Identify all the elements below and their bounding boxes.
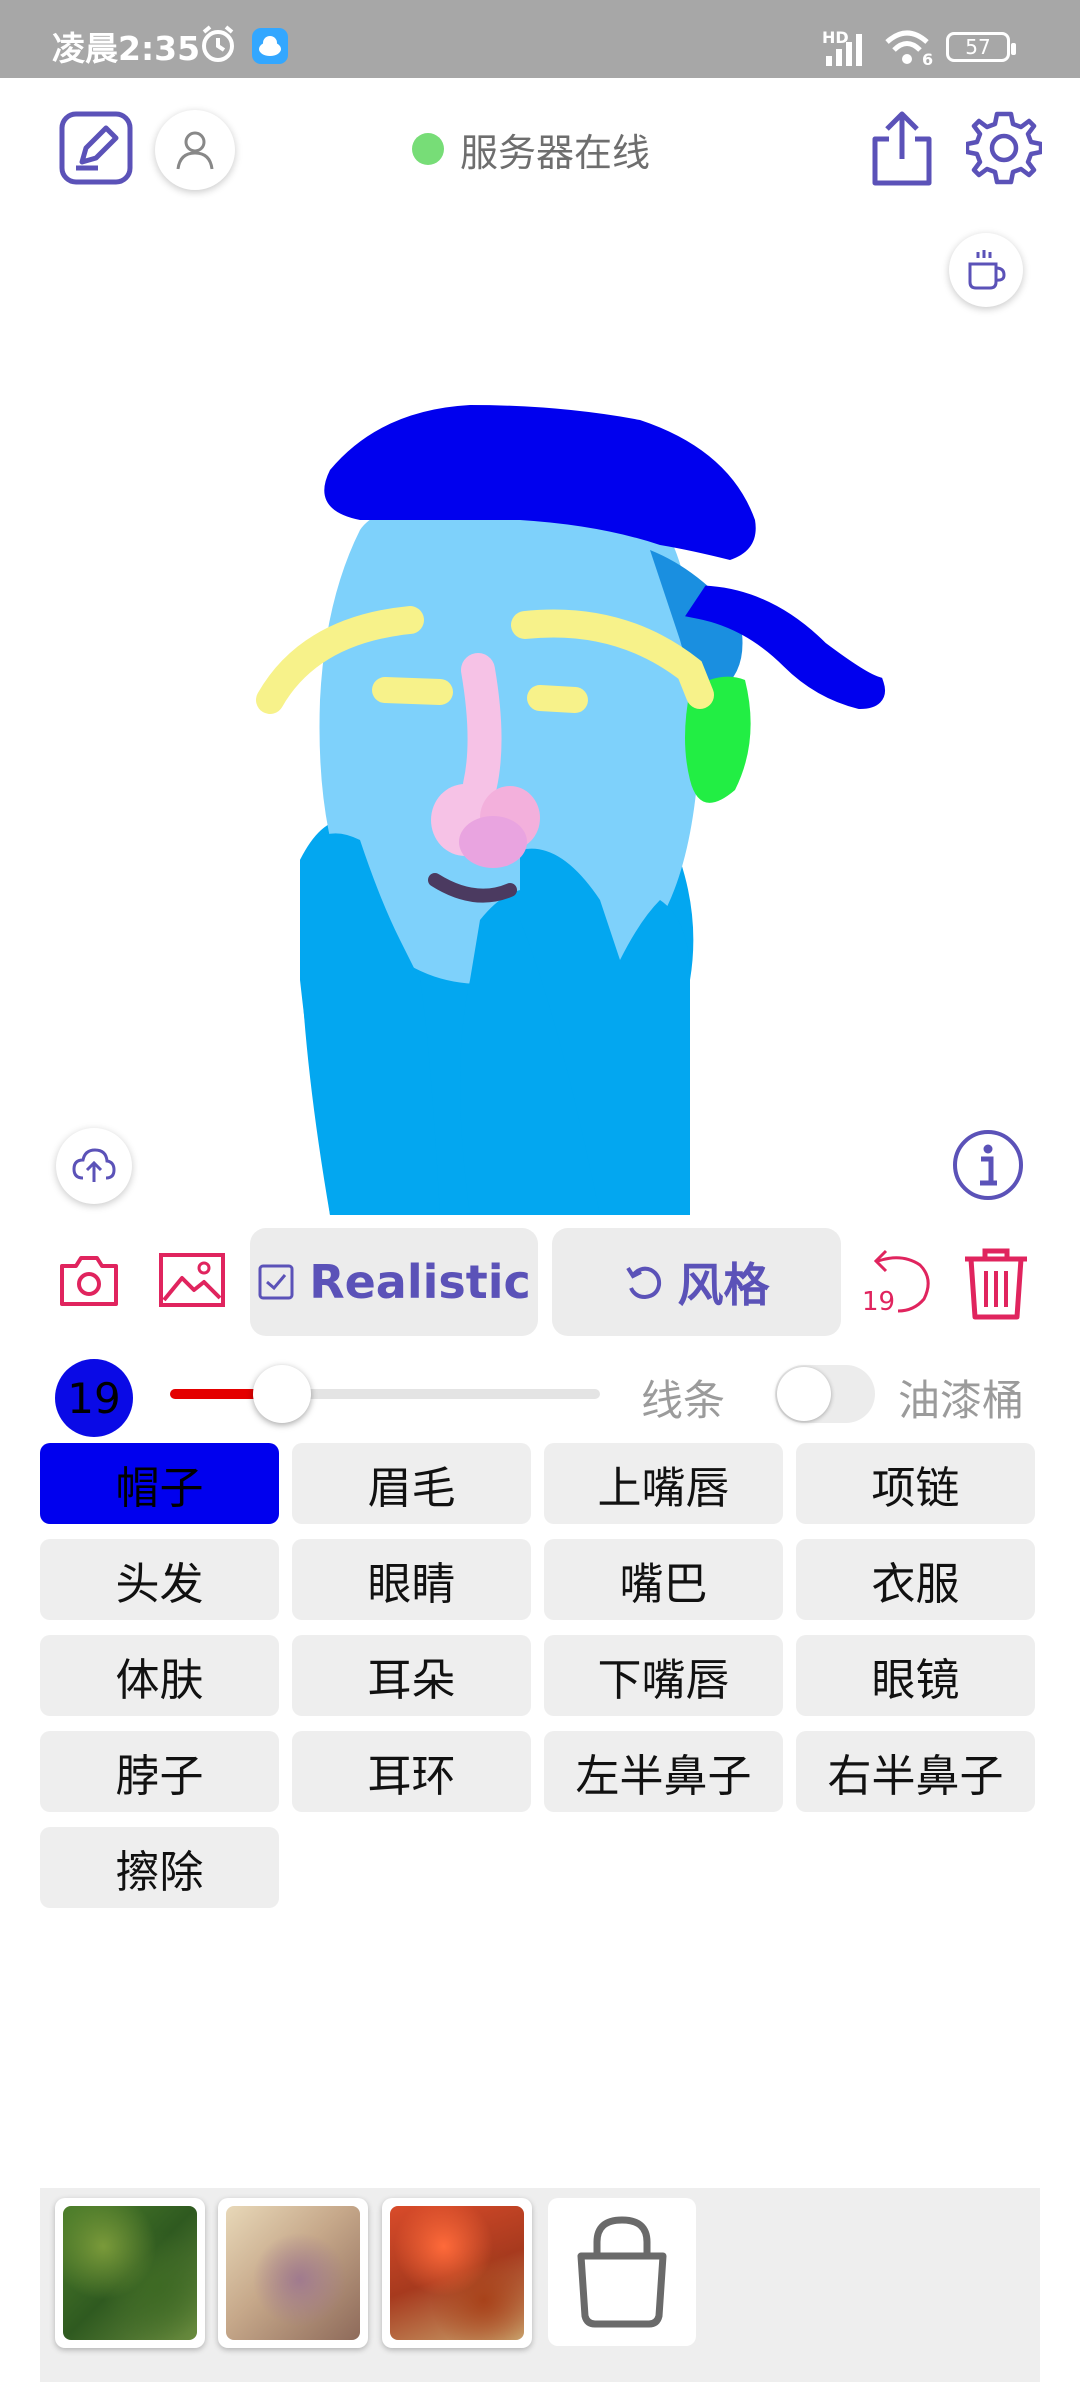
style-button[interactable]: 风格 xyxy=(552,1228,841,1336)
shopping-bag-icon xyxy=(577,2216,667,2328)
shop-button[interactable] xyxy=(548,2198,696,2346)
undo-button[interactable]: 19 xyxy=(858,1245,934,1321)
segment-chip[interactable]: 体肤 xyxy=(40,1635,279,1716)
segment-chip[interactable]: 头发 xyxy=(40,1539,279,1620)
battery-level: 57 xyxy=(965,35,991,59)
upload-button[interactable] xyxy=(56,1128,132,1204)
cloud-upload-icon xyxy=(72,1148,116,1182)
trash-icon xyxy=(965,1248,1027,1320)
segment-chip[interactable]: 项链 xyxy=(796,1443,1035,1524)
gear-icon xyxy=(966,111,1042,185)
toggle-knob xyxy=(777,1367,831,1421)
share-button[interactable] xyxy=(866,108,938,190)
style-button-label: 风格 xyxy=(677,1258,770,1312)
gallery-thumb-1[interactable] xyxy=(55,2198,205,2348)
cloud-app-icon xyxy=(252,28,288,64)
segment-chip[interactable]: 右半鼻子 xyxy=(796,1731,1035,1812)
drawing-canvas[interactable] xyxy=(0,220,1080,1215)
server-status-dot xyxy=(412,133,444,165)
realistic-mode-label: Realistic xyxy=(309,1255,531,1309)
segment-chip[interactable]: 上嘴唇 xyxy=(544,1443,783,1524)
checkbox-icon xyxy=(258,1264,294,1300)
segment-chip[interactable]: 嘴巴 xyxy=(544,1539,783,1620)
segment-chip[interactable]: 眉毛 xyxy=(292,1443,531,1524)
segment-chip[interactable]: 耳环 xyxy=(292,1731,531,1812)
gallery-thumb-3[interactable] xyxy=(382,2198,532,2348)
brush-size-slider[interactable] xyxy=(170,1365,600,1423)
realistic-mode-button[interactable]: Realistic xyxy=(250,1228,538,1336)
line-mode-label: 线条 xyxy=(641,1376,726,1425)
server-status-label: 服务器在线 xyxy=(460,130,651,175)
bucket-toggle[interactable] xyxy=(775,1365,875,1423)
status-time: 凌晨2:35 xyxy=(52,29,201,68)
alarm-icon xyxy=(202,25,234,62)
segment-grid: 帽子 眉毛 上嘴唇 项链头发 眼睛 嘴巴 衣服体肤 耳朵 下嘴唇 眼镜脖子 耳环 左半鼻子 右半鼻子擦除 xyxy=(40,1443,1040,1908)
edit-button[interactable] xyxy=(56,108,136,188)
red-flowers-image xyxy=(390,2206,524,2340)
slider-thumb[interactable] xyxy=(252,1365,311,1423)
gallery-thumb-2[interactable] xyxy=(218,2198,368,2348)
edit-icon xyxy=(59,111,133,185)
stone-mosaic-image xyxy=(226,2206,360,2340)
style-gallery xyxy=(40,2188,1040,2382)
server-status: 服务器在线 xyxy=(412,124,651,175)
image-icon xyxy=(159,1253,225,1307)
camera-button[interactable] xyxy=(56,1249,122,1311)
segment-chip[interactable]: 帽子 xyxy=(40,1443,279,1524)
share-icon xyxy=(872,111,932,186)
camera-icon xyxy=(60,1256,118,1306)
wifi-sub-label: 6 xyxy=(922,50,934,69)
battery-indicator: 57 xyxy=(946,32,1016,62)
segment-chip[interactable]: 下嘴唇 xyxy=(544,1635,783,1716)
segment-chip[interactable]: 擦除 xyxy=(40,1827,279,1908)
status-bar: 凌晨2:35 HD 6 57 xyxy=(0,0,1080,78)
paint-bucket-label: 油漆桶 xyxy=(898,1376,1025,1425)
segment-chip[interactable]: 衣服 xyxy=(796,1539,1035,1620)
user-button[interactable] xyxy=(155,110,235,190)
segment-chip[interactable]: 眼睛 xyxy=(292,1539,531,1620)
info-button[interactable] xyxy=(950,1127,1026,1203)
signal-icon xyxy=(826,34,862,66)
brush-size-badge: 19 xyxy=(55,1359,133,1437)
brush-row: 19 线条 油漆桶 xyxy=(0,1355,1080,1437)
sketch-drawing xyxy=(256,405,885,1215)
segment-chip[interactable]: 脖子 xyxy=(40,1731,279,1812)
delete-button[interactable] xyxy=(958,1243,1034,1323)
green-foliage-image xyxy=(63,2206,197,2340)
info-icon xyxy=(953,1130,1023,1200)
refresh-icon xyxy=(625,1266,661,1300)
user-icon xyxy=(176,131,214,170)
segment-chip[interactable]: 眼镜 xyxy=(796,1635,1035,1716)
gallery-button[interactable] xyxy=(156,1249,228,1311)
segment-chip[interactable]: 左半鼻子 xyxy=(544,1731,783,1812)
tool-row: Realistic 风格 19 xyxy=(0,1225,1080,1340)
segment-chip[interactable]: 耳朵 xyxy=(292,1635,531,1716)
settings-button[interactable] xyxy=(964,108,1044,188)
undo-count: 19 xyxy=(862,1287,896,1317)
